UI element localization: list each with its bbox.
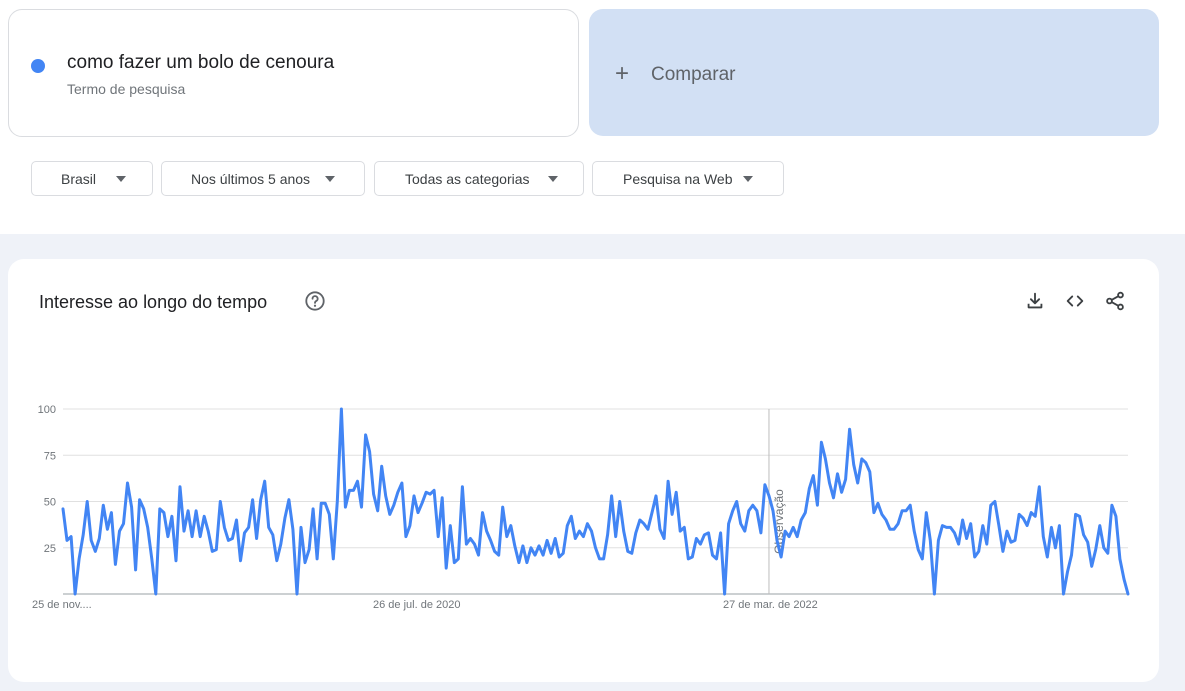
search-term-card[interactable]: como fazer um bolo de cenoura Termo de p… <box>8 9 579 137</box>
filter-search-type-label: Pesquisa na Web <box>623 171 733 187</box>
compare-button[interactable]: + Comparar <box>589 9 1159 136</box>
filter-region[interactable]: Brasil <box>31 161 153 196</box>
y-tick-label: 25 <box>44 543 56 555</box>
filter-time-range-label: Nos últimos 5 anos <box>191 171 311 187</box>
interest-line-chart: 25 50 75 100 25 de nov.... 26 de jul. de 2020… <box>32 404 1130 611</box>
filter-time-range[interactable]: Nos últimos 5 anos <box>161 161 365 196</box>
x-tick-label: 27 de mar. de 2022 <box>723 599 818 611</box>
plus-icon: + <box>615 60 630 87</box>
y-tick-label: 100 <box>38 404 56 416</box>
series-color-dot <box>31 59 45 73</box>
dropdown-arrow-icon <box>116 176 126 182</box>
dropdown-arrow-icon <box>743 176 753 182</box>
dropdown-arrow-icon <box>548 176 558 182</box>
filter-category[interactable]: Todas as categorias <box>374 161 584 196</box>
search-term-title[interactable]: como fazer um bolo de cenoura <box>67 52 334 74</box>
search-term-subtitle: Termo de pesquisa <box>67 81 186 97</box>
interest-over-time-card: Interesse ao longo do tempo 25 50 75 100 25 … <box>8 259 1159 682</box>
filters-bar: Brasil Nos últimos 5 anos Todas as categ… <box>8 147 1159 210</box>
filter-category-label: Todas as categorias <box>405 171 530 187</box>
filter-search-type[interactable]: Pesquisa na Web <box>592 161 784 196</box>
x-tick-label: 25 de nov.... <box>32 599 92 611</box>
y-tick-label: 50 <box>44 497 56 509</box>
y-tick-label: 75 <box>44 450 56 462</box>
compare-label: Comparar <box>651 64 736 85</box>
filter-region-label: Brasil <box>61 171 97 187</box>
x-tick-label: 26 de jul. de 2020 <box>373 599 460 611</box>
dropdown-arrow-icon <box>325 176 335 182</box>
